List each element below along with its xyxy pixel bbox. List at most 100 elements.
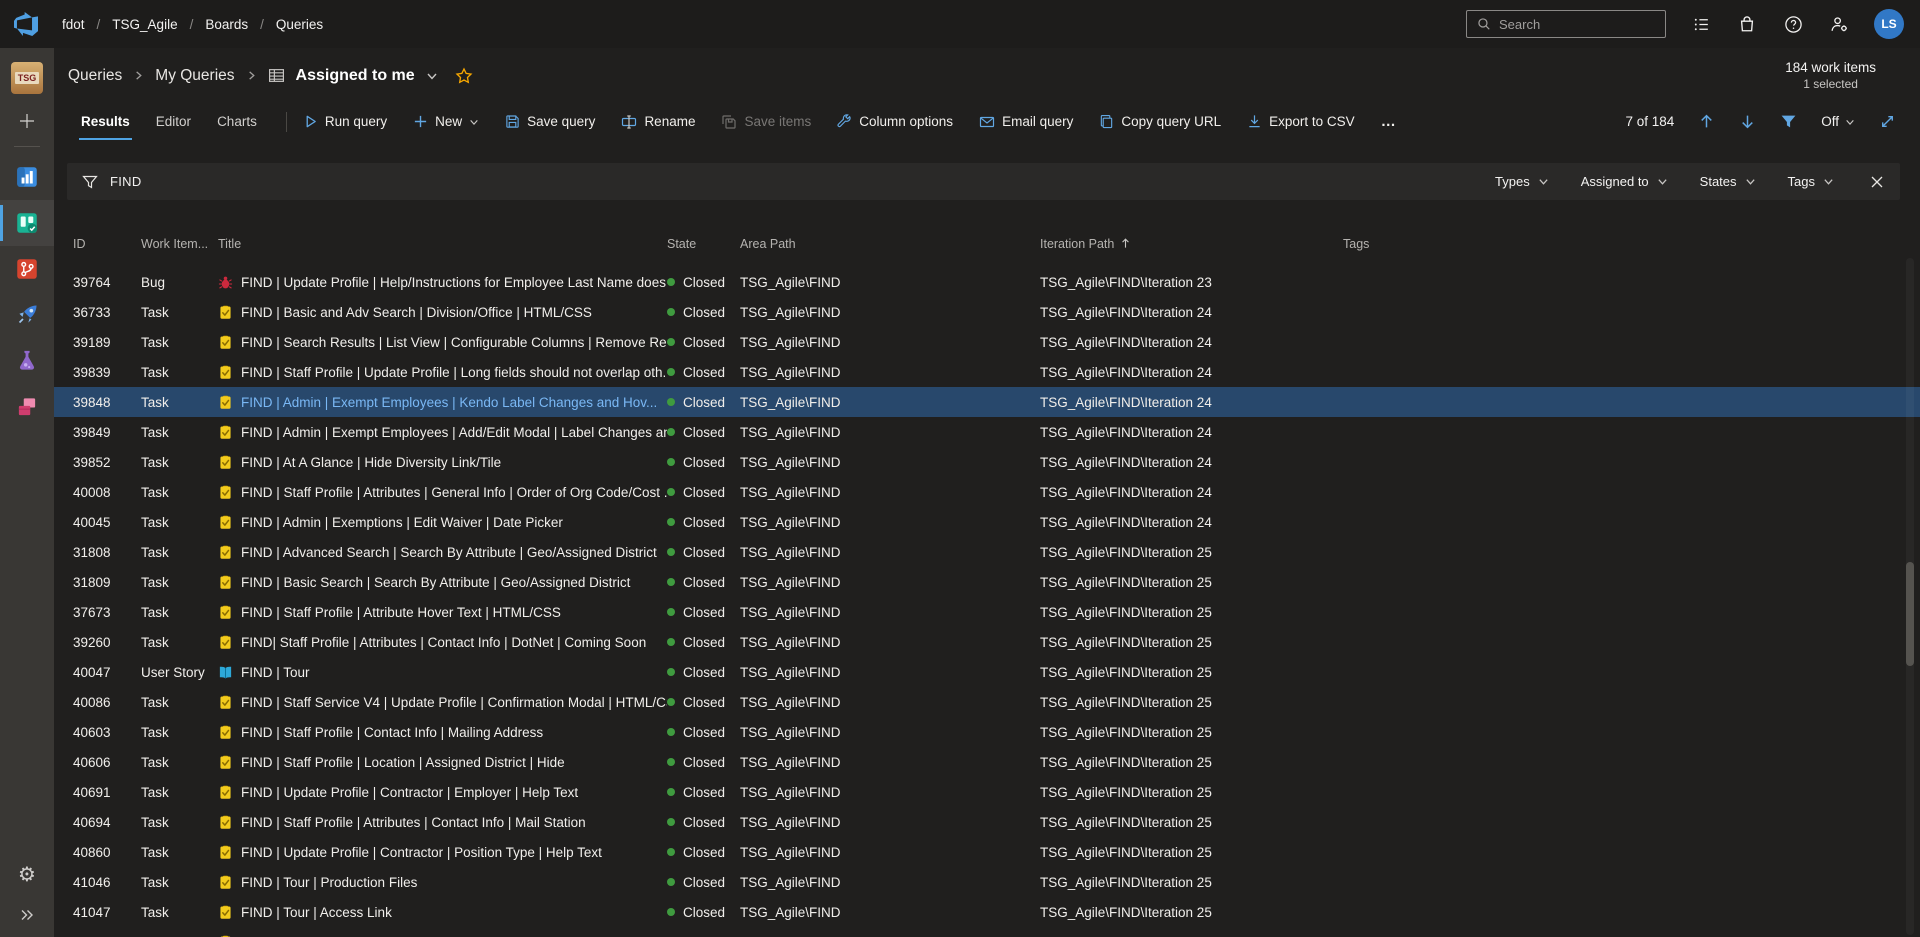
vertical-scrollbar[interactable] [1906, 258, 1914, 935]
work-item-title-link[interactable]: FIND | At A Glance | Hide Diversity Link… [241, 455, 501, 470]
sidebar-collapse-toggle[interactable] [0, 895, 54, 935]
next-item-button[interactable] [1739, 113, 1756, 130]
column-header-work-item-type[interactable]: Work Item... [141, 237, 218, 251]
column-header-area-path[interactable]: Area Path [740, 237, 1040, 251]
sidebar-item-test-plans[interactable] [0, 338, 54, 384]
search-input[interactable] [1499, 17, 1639, 32]
previous-item-button[interactable] [1698, 113, 1715, 130]
table-row[interactable]: 41047TaskFIND | Tour | Access LinkClosed… [54, 897, 1920, 927]
breadcrumb-queries[interactable]: Queries [276, 17, 323, 32]
table-row[interactable]: 40008TaskFIND | Staff Profile | Attribut… [54, 477, 1920, 507]
sidebar-item-repos[interactable] [0, 246, 54, 292]
export-to-csv-button[interactable]: Export to CSV [1247, 114, 1355, 129]
column-header-id[interactable]: ID [73, 237, 141, 251]
work-item-title-cell[interactable]: FIND | Staff Service V4 | Update Profile… [218, 695, 667, 710]
sidebar-item-overview[interactable] [0, 154, 54, 200]
table-row[interactable]: 37673TaskFIND | Staff Profile | Attribut… [54, 597, 1920, 627]
work-item-title-cell[interactable]: FIND | Staff Profile | Contact Info | Ma… [218, 725, 667, 740]
work-item-title-link[interactable]: FIND | Staff Profile | Contact Info | Ma… [241, 725, 543, 740]
work-item-title-link[interactable]: FIND | Search Results | List View | Conf… [241, 335, 667, 350]
work-item-title-link[interactable]: FIND | Staff Profile | Location | Assign… [241, 755, 565, 770]
save-query-button[interactable]: Save query [505, 114, 595, 129]
sidebar-item-project[interactable]: TSG [0, 55, 54, 101]
filter-types-dropdown[interactable]: Types [1495, 174, 1549, 189]
work-item-title-cell[interactable]: FIND | Staff Profile | Location | Assign… [218, 755, 667, 770]
work-item-title-cell[interactable]: FIND | Staff Profile | Attributes | Gene… [218, 485, 667, 500]
more-commands-button[interactable]: … [1381, 113, 1397, 130]
sidebar-item-pipelines[interactable] [0, 292, 54, 338]
tab-charts[interactable]: Charts [204, 103, 270, 140]
filter-assigned-to-dropdown[interactable]: Assigned to [1581, 174, 1668, 189]
work-item-title-cell[interactable]: FIND| Staff Profile | Attributes | Conta… [218, 635, 667, 650]
work-item-title-link[interactable]: FIND | Admin | Exemptions | Edit Waiver … [241, 515, 563, 530]
table-row[interactable]: 36733TaskFIND | Basic and Adv Search | D… [54, 297, 1920, 327]
work-item-title-link[interactable]: FIND | Staff Profile | Attributes | Cont… [241, 815, 586, 830]
work-item-title-cell[interactable]: FIND | Basic Search | Search By Attribut… [218, 575, 667, 590]
queries-breadcrumb-link[interactable]: Queries [68, 67, 122, 85]
table-row[interactable]: 39260TaskFIND| Staff Profile | Attribute… [54, 627, 1920, 657]
email-query-button[interactable]: Email query [979, 114, 1073, 130]
work-item-title-cell[interactable]: FIND | Basic and Adv Search | Division/O… [218, 305, 667, 320]
work-item-title-link[interactable]: FIND | Staff Profile | Attribute Hover T… [241, 605, 561, 620]
search-box[interactable] [1466, 10, 1666, 38]
help-icon[interactable] [1782, 13, 1804, 35]
work-item-title-cell[interactable]: FIND | At A Glance | Hide Diversity Link… [218, 455, 667, 470]
table-row[interactable]: 40603TaskFIND | Staff Profile | Contact … [54, 717, 1920, 747]
work-item-title-cell[interactable]: FIND | Search Results | List View | Conf… [218, 335, 667, 350]
work-item-title-link[interactable]: FIND| Staff Profile | Attributes | Conta… [241, 635, 646, 650]
work-item-title-link[interactable]: FIND | Admin | Exempt Employees | Add/Ed… [241, 425, 667, 440]
tab-editor[interactable]: Editor [143, 103, 204, 140]
table-row[interactable]: 40860TaskFIND | Update Profile | Contrac… [54, 837, 1920, 867]
user-settings-icon[interactable] [1828, 13, 1850, 35]
work-item-title-link[interactable]: FIND | Staff Profile | Attributes | Gene… [241, 485, 667, 500]
work-item-title-link[interactable]: FIND | Basic Search | Search By Attribut… [241, 575, 630, 590]
work-item-title-link[interactable]: FIND | Update Profile | Contractor | Pos… [241, 845, 602, 860]
filter-keyword-input[interactable]: FIND [110, 174, 142, 189]
work-item-title-cell[interactable]: FIND | Admin | Exemptions | Edit Waiver … [218, 515, 667, 530]
work-item-title-cell[interactable]: FIND | Admin | Exempt Employees | Kendo … [218, 395, 667, 410]
table-row[interactable]: 41357TaskFIND | Update Profile | Request… [54, 927, 1920, 937]
table-row[interactable]: 40045TaskFIND | Admin | Exemptions | Edi… [54, 507, 1920, 537]
run-query-button[interactable]: Run query [303, 114, 387, 129]
table-row[interactable]: 39849TaskFIND | Admin | Exempt Employees… [54, 417, 1920, 447]
close-filter-icon[interactable] [1870, 175, 1884, 189]
filter-tags-dropdown[interactable]: Tags [1788, 174, 1834, 189]
work-item-title-link[interactable]: FIND | Basic and Adv Search | Division/O… [241, 305, 592, 320]
rename-button[interactable]: Rename [621, 114, 695, 130]
table-row[interactable]: 31808TaskFIND | Advanced Search | Search… [54, 537, 1920, 567]
fullscreen-icon[interactable] [1879, 113, 1896, 130]
filter-states-dropdown[interactable]: States [1700, 174, 1756, 189]
sidebar-item-artifacts[interactable] [0, 384, 54, 430]
favorite-star-icon[interactable] [455, 67, 473, 85]
breadcrumb-org[interactable]: fdot [62, 17, 85, 32]
work-item-title-cell[interactable]: FIND | Staff Profile | Attributes | Cont… [218, 815, 667, 830]
table-row[interactable]: 39852TaskFIND | At A Glance | Hide Diver… [54, 447, 1920, 477]
work-item-title-link[interactable]: FIND | Staff Service V4 | Update Profile… [241, 695, 667, 710]
sidebar-item-add[interactable] [0, 101, 54, 141]
column-header-title[interactable]: Title [218, 237, 667, 251]
column-options-button[interactable]: Column options [837, 114, 953, 129]
work-item-title-cell[interactable]: FIND | Update Profile | Help/Instruction… [218, 275, 667, 290]
work-item-title-cell[interactable]: FIND | Tour | Production Files [218, 875, 667, 890]
work-item-title-link[interactable]: FIND | Tour | Production Files [241, 875, 417, 890]
work-item-title-cell[interactable]: FIND | Admin | Exempt Employees | Add/Ed… [218, 425, 667, 440]
save-items-button[interactable]: Save items [721, 114, 811, 130]
table-row[interactable]: 39189TaskFIND | Search Results | List Vi… [54, 327, 1920, 357]
work-item-title-cell[interactable]: FIND | Advanced Search | Search By Attri… [218, 545, 667, 560]
column-header-iteration-path[interactable]: Iteration Path [1040, 237, 1343, 251]
table-row[interactable]: 31809TaskFIND | Basic Search | Search By… [54, 567, 1920, 597]
column-header-tags[interactable]: Tags [1343, 237, 1920, 251]
copy-query-url-button[interactable]: Copy query URL [1099, 114, 1221, 129]
scrollbar-thumb[interactable] [1906, 562, 1914, 666]
chevron-down-icon[interactable] [426, 70, 438, 82]
sidebar-item-settings[interactable]: ⚙ [0, 855, 54, 895]
work-item-title-cell[interactable]: FIND | Update Profile | Contractor | Pos… [218, 845, 667, 860]
table-row[interactable]: 40694TaskFIND | Staff Profile | Attribut… [54, 807, 1920, 837]
work-item-title-link[interactable]: FIND | Advanced Search | Search By Attri… [241, 545, 657, 560]
work-item-title-link[interactable]: FIND | Update Profile | Contractor | Emp… [241, 785, 578, 800]
user-avatar[interactable]: LS [1874, 9, 1904, 39]
work-item-title-cell[interactable]: FIND | Staff Profile | Update Profile | … [218, 365, 667, 380]
table-row[interactable]: 40606TaskFIND | Staff Profile | Location… [54, 747, 1920, 777]
azure-devops-logo[interactable] [14, 12, 38, 36]
work-item-title-cell[interactable]: FIND | Staff Profile | Attribute Hover T… [218, 605, 667, 620]
